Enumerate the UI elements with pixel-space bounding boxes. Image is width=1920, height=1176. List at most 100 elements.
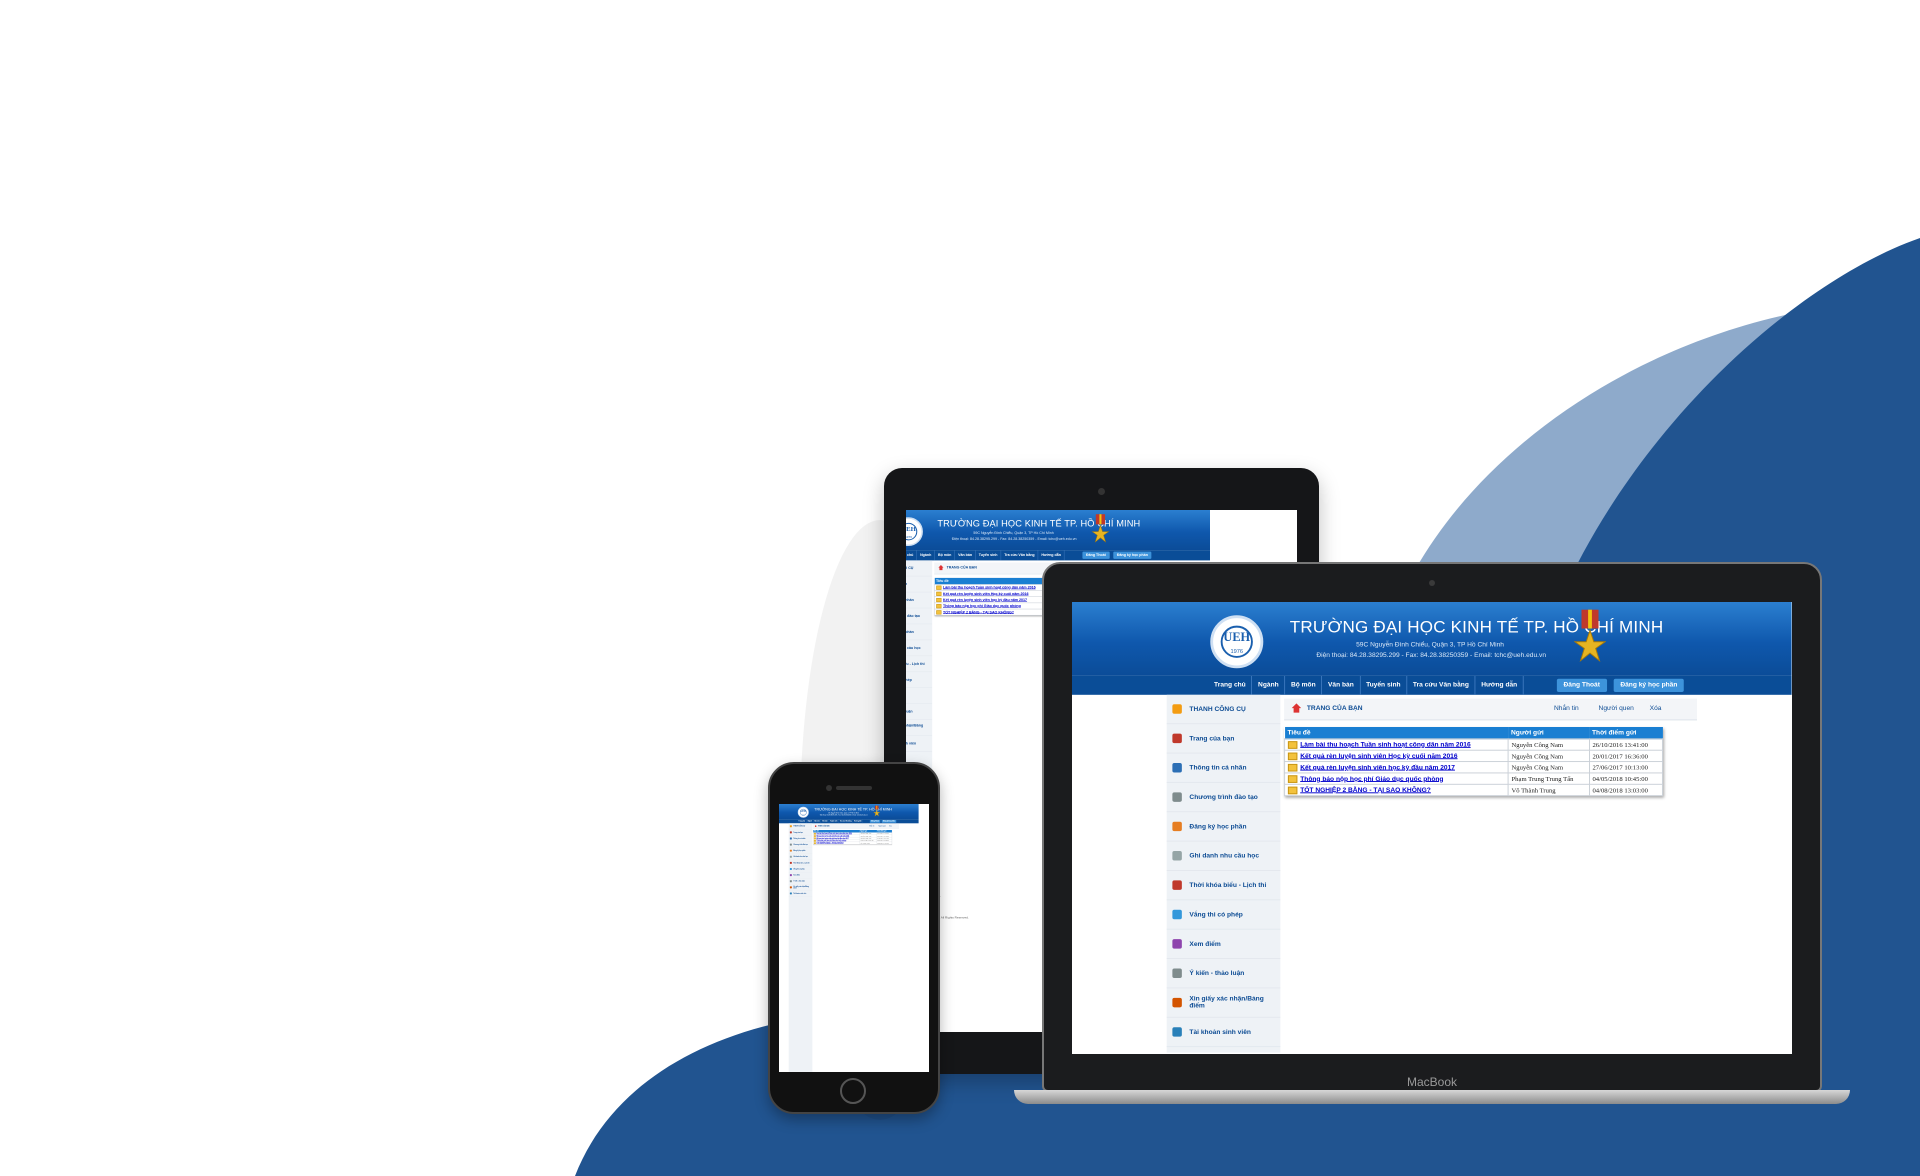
site-nav: Trang chủNgànhBộ mônVăn bảnTuyển sinhTra… [906, 550, 1211, 561]
sidebar-item-label: Tài khoản sinh viên [793, 892, 807, 895]
sidebar-item[interactable]: Đăng ký học phần [1166, 812, 1281, 842]
sidebar-item-label: Trang của bạn [1189, 735, 1235, 742]
sidebar-item[interactable]: Trang của bạn [906, 576, 933, 593]
message-link[interactable]: Kết quả rèn luyện sinh viên học kỳ đầu n… [816, 838, 848, 839]
sidebar-item[interactable]: Thông tin cá nhân [1166, 754, 1281, 783]
nav-item[interactable]: Tuyển sinh [1360, 675, 1408, 695]
sidebar-item[interactable]: Xin giấy xác nhận/Bảng điểm [906, 720, 933, 736]
sidebar-item[interactable]: Tài khoản sinh viên [906, 736, 933, 752]
medal-icon [873, 805, 881, 817]
medal-icon [1091, 514, 1110, 543]
sidebar-item[interactable]: Thời khóa biểu - Lịch thi [906, 656, 933, 673]
message-link[interactable]: Thông báo nộp học phí Giáo dục quốc phòn… [1300, 776, 1443, 783]
sidebar-item-label: Chương trình đào tạo [906, 614, 920, 618]
sidebar-item-label: Ý kiến - thảo luận [1189, 969, 1245, 977]
sender-cell: Võ Thành Trung [859, 841, 877, 845]
delete-action[interactable]: Xóa [889, 825, 891, 826]
sidebar-item[interactable]: Xem điểm [906, 688, 933, 704]
nav-item[interactable]: Bộ môn [1285, 675, 1323, 695]
message-link[interactable]: Làm bài thu hoạch Tuần sinh hoạt công dâ… [1300, 742, 1470, 749]
site-address: 59C Nguyễn Đình Chiểu, Quận 3, TP Hồ Chí… [973, 531, 1054, 536]
nav-items: Trang chủNgànhBộ mônVăn bảnTuyển sinhTra… [906, 550, 1065, 561]
sidebar-item-label: THANH CÔNG CỤ [793, 825, 806, 827]
sidebar-item[interactable]: Ý kiến - thảo luận [1166, 959, 1281, 989]
register-button[interactable]: Đăng ký học phần [1613, 678, 1685, 692]
nav-item[interactable]: Trang chủ [906, 550, 917, 561]
sidebar-item[interactable]: Chương trình đào tạo [1166, 783, 1281, 813]
sidebar-item[interactable]: Thời khóa biểu - Lịch thi [1166, 871, 1281, 901]
envelope-icon [1287, 740, 1298, 749]
sidebar-item[interactable]: Đăng ký học phần [906, 624, 933, 641]
message-link[interactable]: Kết quả rèn luyện sinh viên Học kỳ cuối … [1300, 753, 1457, 760]
message-link[interactable]: TỐT NGHIỆP 2 BẰNG - TẠI SAO KHÔNG? [816, 842, 843, 843]
time-cell: 26/10/2016 13:41:00 [1588, 738, 1663, 751]
sidebar-item[interactable]: Tài khoản sinh viên [1166, 1018, 1281, 1048]
phone-speaker [836, 786, 872, 790]
sidebar-item[interactable]: Chương trình đào tạo [906, 608, 933, 625]
time-cell: 04/05/2018 10:45:00 [1588, 772, 1663, 785]
message-link[interactable]: TỐT NGHIỆP 2 BẰNG - TẠI SAO KHÔNG? [1300, 787, 1431, 794]
sidebar-item-label: Ghi danh nhu cầu học [906, 646, 921, 650]
delete-action[interactable]: Xóa [1650, 705, 1662, 712]
message-title-cell: TỐT NGHIỆP 2 BẰNG - TẠI SAO KHÔNG? [813, 841, 860, 845]
nav-item[interactable]: Văn bản [1322, 675, 1361, 695]
message-link[interactable]: Làm bài thu hoạch Tuần sinh hoạt công dâ… [943, 586, 1036, 590]
nav-item[interactable]: Ngành [917, 550, 935, 561]
ueh-logo-icon: UEH 1976 [797, 806, 809, 818]
site-address: 59C Nguyễn Đình Chiểu, Quận 3, TP Hồ Chí… [1356, 641, 1504, 649]
nav-item[interactable]: Hướng dẫn [1038, 550, 1065, 561]
nav-item[interactable]: Bộ môn [935, 550, 955, 561]
nav-item[interactable]: Tra cứu Văn bằng [1001, 550, 1039, 561]
nav-item[interactable]: Văn bản [955, 550, 976, 561]
sidebar-item[interactable]: Xem điểm [1166, 930, 1281, 960]
message-link[interactable]: Kết quả rèn luyện sinh viên học kỳ đầu n… [943, 598, 1027, 602]
sidebar-item[interactable]: Ghi danh nhu cầu học [1166, 842, 1281, 871]
time-cell: 04/08/2018 13:03:00 [876, 841, 892, 845]
sidebar-item[interactable]: Ý kiến - thảo luận [906, 704, 933, 720]
message-link[interactable]: Kết quả rèn luyện sinh viên Học kỳ cuối … [943, 592, 1028, 596]
time-cell: 04/08/2018 13:03:00 [1588, 783, 1663, 797]
sidebar-item[interactable]: Tài khoản sinh viên [788, 890, 813, 897]
contacts-action[interactable]: Người quen [1599, 705, 1634, 712]
time-cell: 27/06/2017 10:13:00 [1588, 761, 1663, 774]
message-link[interactable]: Làm bài thu hoạch Tuần sinh hoạt công dâ… [816, 833, 851, 834]
contacts-action[interactable]: Người quen [879, 825, 886, 826]
register-button[interactable]: Đăng ký học phần [1113, 551, 1152, 559]
sidebar-item[interactable]: Vắng thi có phép [1166, 900, 1281, 930]
message-link[interactable]: Thông báo nộp học phí Giáo dục quốc phòn… [943, 604, 1021, 608]
logout-button[interactable]: Đăng Thoát [1556, 678, 1607, 692]
nav-item[interactable]: Hướng dẫn [1476, 675, 1524, 695]
message-link[interactable]: Thông báo nộp học phí Giáo dục quốc phòn… [816, 840, 846, 841]
sidebar-item[interactable]: Vắng thi có phép [906, 672, 933, 689]
ueh-logo-icon: UEH 1976 [906, 517, 923, 547]
logout-button[interactable]: Đăng Thoát [869, 819, 881, 823]
register-button[interactable]: Đăng ký học phần [881, 819, 897, 823]
message-action[interactable]: Nhắn tin [1554, 705, 1579, 712]
site-main: TRANG CỦA BẠN Nhắn tin Người quen Xóa Ti… [1284, 695, 1698, 1053]
message-action[interactable]: Nhắn tin [869, 825, 874, 826]
sender-cell: Nguyễn Công Nam [1507, 738, 1590, 751]
logout-button[interactable]: Đăng Thoát [1082, 551, 1110, 559]
sidebar-item-label: Xin giấy xác nhận/Bảng điểm [793, 885, 809, 889]
nav-item[interactable]: Tuyển sinh [976, 550, 1002, 561]
sidebar-item-label: Đăng ký học phần [793, 849, 806, 852]
laptop-brand: MacBook [1406, 1075, 1458, 1089]
sidebar-item-label: Thông tin cá nhân [906, 598, 914, 602]
sidebar-item[interactable]: Ghi danh nhu cầu học [906, 640, 933, 657]
envelope-icon [936, 597, 942, 602]
sidebar-item-label: Ghi danh nhu cầu học [793, 856, 808, 858]
phone-home-button[interactable] [840, 1078, 866, 1104]
sidebar-item[interactable]: Xin giấy xác nhận/Bảng điểm [1166, 988, 1281, 1018]
sidebar-item-icon [789, 831, 792, 834]
message-link[interactable]: Kết quả rèn luyện sinh viên Học kỳ cuối … [816, 835, 849, 836]
sidebar-item[interactable]: Trang của bạn [1166, 724, 1281, 754]
nav-item[interactable]: Trang chủ [1208, 675, 1253, 695]
sidebar-item-icon [1172, 968, 1182, 978]
laptop-screen: UEH 1976 TRƯỜNG ĐẠI HỌC KINH TẾ TP. HỒ C… [1072, 602, 1792, 1054]
nav-item[interactable]: Ngành [1252, 675, 1286, 695]
sidebar-item[interactable]: Thông tin cá nhân [906, 592, 933, 609]
sidebar-item-label: THANH CÔNG CỤ [1189, 705, 1246, 713]
message-link[interactable]: TỐT NGHIỆP 2 BẰNG - TẠI SAO KHÔNG? [943, 611, 1014, 615]
nav-item[interactable]: Tra cứu Văn bằng [1407, 675, 1476, 695]
message-link[interactable]: Kết quả rèn luyện sinh viên học kỳ đầu n… [1300, 764, 1455, 771]
